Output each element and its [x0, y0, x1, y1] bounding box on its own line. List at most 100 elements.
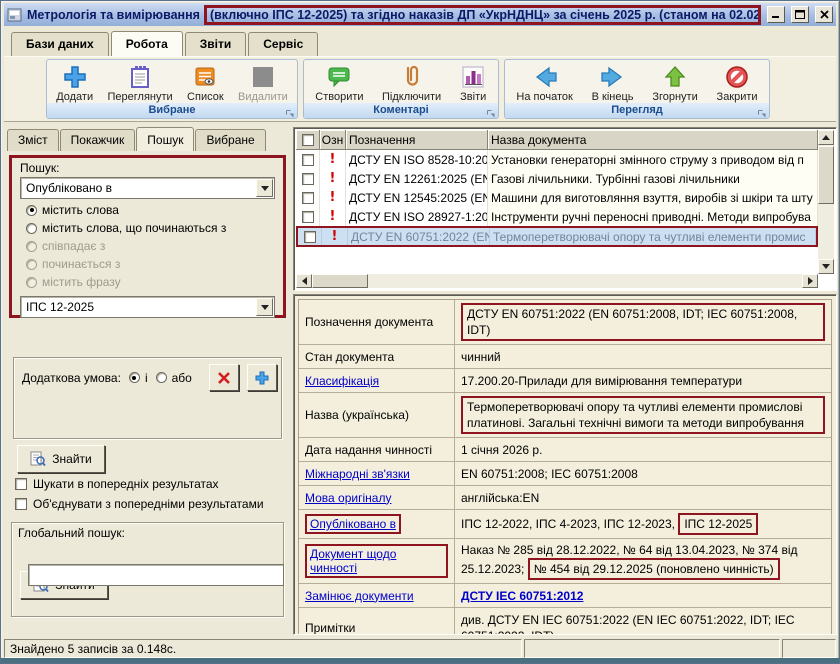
horizontal-scrollbar[interactable]: [296, 274, 818, 288]
checkbox-icon[interactable]: [304, 231, 316, 243]
replaces-documents-link[interactable]: Замінює документи: [305, 589, 414, 603]
global-search-label: Глобальний пошук:: [18, 526, 283, 540]
chevron-down-icon[interactable]: [256, 298, 273, 316]
table-row[interactable]: ! ДСТУ EN 12545:2025 (EN Машини для виго…: [296, 188, 818, 207]
arrow-up-icon: [662, 63, 689, 90]
detail-row-effective-date: Дата надання чинності 1 січня 2026 р.: [299, 438, 831, 462]
search-term-select[interactable]: ІПС 12-2025: [20, 296, 275, 318]
column-header-code[interactable]: Позначення: [346, 130, 488, 150]
radio-and[interactable]: і: [129, 371, 148, 385]
list-icon: [192, 63, 219, 90]
tab-poshuk[interactable]: Пошук: [136, 127, 194, 151]
radio-icon[interactable]: [26, 205, 37, 216]
column-header-mark[interactable]: Озн: [320, 130, 346, 150]
tab-robota[interactable]: Робота: [111, 31, 183, 56]
add-button[interactable]: Додати: [50, 61, 99, 103]
minimize-button[interactable]: [767, 6, 785, 23]
column-header-name[interactable]: Назва документа: [488, 130, 818, 150]
published-in-link[interactable]: Опубліковано в: [310, 517, 396, 531]
remove-condition-button[interactable]: [209, 364, 239, 391]
table-row[interactable]: ! ДСТУ EN 12261:2025 (EN Газові лічильни…: [296, 169, 818, 188]
global-search-input[interactable]: [28, 564, 284, 586]
scrollbar-thumb[interactable]: [818, 146, 834, 204]
ribbon-toolbar: Додати Переглянути Список Видалити Вибра…: [4, 56, 836, 122]
group-launcher-icon[interactable]: [757, 106, 767, 116]
search-field-select[interactable]: Опубліковано в: [20, 177, 275, 199]
scroll-right-button[interactable]: [802, 274, 818, 288]
view-button[interactable]: Переглянути: [102, 61, 179, 103]
checkbox-icon[interactable]: [302, 211, 314, 223]
checkbox-icon[interactable]: [15, 498, 27, 510]
table-row[interactable]: ! ДСТУ EN ISO 8528-10:202 Установки гене…: [296, 150, 818, 169]
group-caption-perehliad: Перегляд: [505, 103, 769, 118]
scroll-up-button[interactable]: [818, 130, 834, 145]
radio-icon[interactable]: [156, 372, 167, 383]
select-all-header[interactable]: [296, 130, 320, 150]
close-button[interactable]: [815, 6, 833, 23]
published-in-value-annotation: ІПС 12-2025: [678, 513, 758, 535]
comment-reports-button[interactable]: Звіти: [454, 61, 493, 103]
radio-icon: [26, 277, 37, 288]
radio-icon: [26, 241, 37, 252]
scroll-left-button[interactable]: [296, 274, 312, 288]
radio-icon[interactable]: [26, 223, 37, 234]
table-row-selected-annotation[interactable]: ! ДСТУ EN 60751:2022 (EN Термоперетворюв…: [296, 226, 818, 247]
toolbar-group-perehliad: На початок В кінець Згорнути Закрити Пер…: [504, 59, 770, 119]
arrow-left-icon: [531, 63, 558, 90]
validity-document-link[interactable]: Документ щодо чинності: [310, 547, 396, 575]
checkbox-icon[interactable]: [302, 173, 314, 185]
detail-row-designation: Позначення документа ДСТУ EN 60751:2022 …: [299, 300, 831, 345]
checkbox-icon[interactable]: [302, 192, 314, 204]
original-language-link[interactable]: Мова оригіналу: [305, 491, 391, 505]
radio-words-starting-with[interactable]: містить слова, що починаються з: [26, 221, 283, 235]
window-bottom-edge: [1, 658, 839, 663]
add-condition-button[interactable]: [247, 364, 277, 391]
tab-servis[interactable]: Сервіс: [248, 32, 318, 56]
window-title-highlighted-annotation: (включно ІПС 12-2025) та згідно наказів …: [204, 5, 761, 25]
detail-row-language: Мова оригіналу англійська:EN: [299, 486, 831, 510]
maximize-button[interactable]: [791, 6, 809, 23]
group-launcher-icon[interactable]: [285, 106, 295, 116]
tab-zmist[interactable]: Зміст: [7, 129, 59, 151]
close-db-button[interactable]: Закрити: [711, 61, 764, 103]
tab-zvity[interactable]: Звіти: [185, 32, 246, 56]
detail-row-replaces: Замінює документи ДСТУ IEC 60751:2012: [299, 584, 831, 608]
replaced-document-link[interactable]: ДСТУ IEC 60751:2012: [461, 588, 583, 604]
collapse-button[interactable]: Згорнути: [646, 61, 703, 103]
document-details-panel: Позначення документа ДСТУ EN 60751:2022 …: [293, 294, 837, 635]
detail-row-validity-document: Документ щодо чинності Наказ № 285 від 2…: [299, 539, 831, 584]
international-relations-link[interactable]: Міжнародні зв'язки: [305, 467, 410, 481]
chevron-down-icon[interactable]: [256, 179, 273, 197]
attach-comment-button[interactable]: Підключити: [376, 61, 447, 103]
find-button[interactable]: Знайти: [17, 445, 105, 473]
create-comment-button[interactable]: Створити: [309, 61, 369, 103]
tab-pokazhchyk[interactable]: Покажчик: [60, 129, 136, 151]
radio-contains-words[interactable]: містить слова: [26, 203, 283, 217]
table-row[interactable]: ! ДСТУ EN ISO 28927-1:202 Інструменти ру…: [296, 207, 818, 226]
notepad-icon: [127, 63, 154, 90]
checkbox-icon[interactable]: [302, 154, 314, 166]
go-end-button[interactable]: В кінець: [586, 61, 640, 103]
group-launcher-icon[interactable]: [486, 106, 496, 116]
list-button[interactable]: Список: [181, 61, 230, 103]
checkbox-merge-with-previous[interactable]: Об'єднувати з попередніми результатами: [15, 497, 264, 511]
tab-bazy-danyh[interactable]: Бази даних: [11, 32, 109, 56]
exclamation-icon: !: [330, 209, 336, 224]
window-title: Метрологія та вимірювання (включно ІПС 1…: [27, 5, 761, 25]
classification-link[interactable]: Класифікація: [305, 374, 379, 388]
search-label: Пошук:: [20, 161, 283, 175]
go-start-button[interactable]: На початок: [510, 61, 578, 103]
search-block-annotation: Пошук: Опубліковано в містить слова міст…: [9, 155, 286, 318]
radio-or[interactable]: або: [156, 371, 192, 385]
tab-vybrane[interactable]: Вибране: [195, 129, 265, 151]
radio-matches: співпадає з: [26, 239, 283, 253]
checkbox-icon[interactable]: [302, 134, 314, 146]
scrollbar-thumb[interactable]: [312, 274, 368, 288]
vertical-scrollbar[interactable]: [818, 130, 834, 274]
checkbox-search-in-previous[interactable]: Шукати в попередніх результатах: [15, 477, 219, 491]
status-bar: Знайдено 5 записів за 0.148с.: [4, 637, 836, 658]
radio-icon[interactable]: [129, 372, 140, 383]
checkbox-icon[interactable]: [15, 478, 27, 490]
scroll-down-button[interactable]: [818, 259, 834, 274]
detail-row-state: Стан документа чинний: [299, 345, 831, 369]
